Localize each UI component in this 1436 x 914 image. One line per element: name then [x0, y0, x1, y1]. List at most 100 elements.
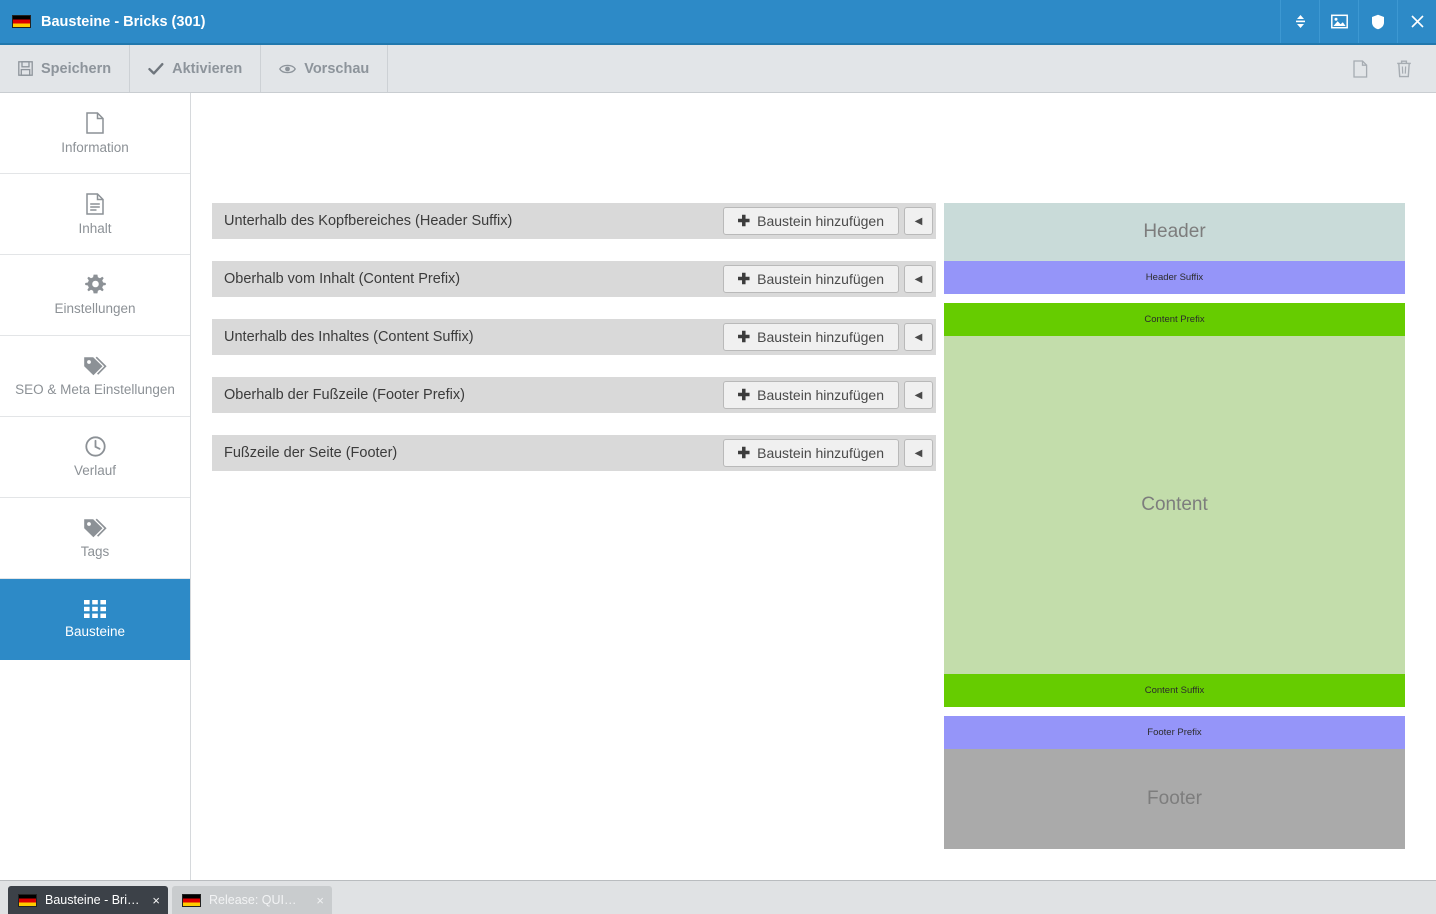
save-icon — [18, 61, 33, 76]
preview-gap — [944, 294, 1405, 303]
triangle-left-icon: ◀ — [915, 216, 923, 227]
sidebar-item-information[interactable]: Information — [0, 93, 190, 174]
shield-button[interactable] — [1358, 0, 1397, 43]
sidebar-item-inhalt[interactable]: Inhalt — [0, 174, 190, 255]
german-flag-icon — [18, 894, 37, 907]
close-icon[interactable]: × — [312, 894, 324, 907]
sidebar-item-bausteine[interactable]: Bausteine — [0, 579, 190, 660]
add-brick-label: Baustein hinzufügen — [757, 213, 884, 229]
preview-band-content[interactable]: Content — [944, 336, 1405, 674]
preview-band-header[interactable]: Header — [944, 203, 1405, 261]
sidebar-item-seo-meta-einstellungen[interactable]: SEO & Meta Einstellungen — [0, 336, 190, 417]
close-icon[interactable]: × — [148, 894, 160, 907]
taskbar: Bausteine - Bricks... × Release: QUIQQE.… — [0, 880, 1436, 914]
triangle-left-icon: ◀ — [915, 390, 923, 401]
sidebar-item-tags[interactable]: Tags — [0, 498, 190, 579]
trash-icon — [1396, 60, 1412, 78]
add-brick-label: Baustein hinzufügen — [757, 329, 884, 345]
plus-icon: ✚ — [738, 330, 751, 345]
plus-icon: ✚ — [738, 446, 751, 461]
preview-label: Vorschau — [304, 61, 369, 77]
preview-band-content-prefix[interactable]: Content Prefix — [944, 303, 1405, 336]
plus-icon: ✚ — [738, 272, 751, 287]
add-brick-label: Baustein hinzufügen — [757, 445, 884, 461]
window-title: Bausteine - Bricks (301) — [41, 14, 205, 30]
sidebar-item-einstellungen[interactable]: Einstellungen — [0, 255, 190, 336]
brick-zone-label: Unterhalb des Kopfbereiches (Header Suff… — [224, 213, 723, 229]
activate-label: Aktivieren — [172, 61, 242, 77]
preview-band-header-suffix[interactable]: Header Suffix — [944, 261, 1405, 294]
sidebar-item-label: Information — [57, 141, 133, 155]
resize-vertical-button[interactable] — [1280, 0, 1319, 43]
collapse-zone-button[interactable]: ◀ — [904, 381, 933, 409]
triangle-left-icon: ◀ — [915, 274, 923, 285]
german-flag-icon — [12, 15, 31, 28]
close-button[interactable] — [1397, 0, 1436, 43]
toolbar: Speichern Aktivieren Vorschau — [0, 45, 1436, 93]
add-brick-button[interactable]: ✚ Baustein hinzufügen — [723, 207, 899, 235]
grid-icon — [84, 600, 106, 618]
brick-zone-label: Fußzeile der Seite (Footer) — [224, 445, 723, 461]
activate-button[interactable]: Aktivieren — [130, 45, 261, 92]
sidebar-item-label: Bausteine — [61, 625, 129, 639]
clock-icon — [85, 436, 106, 457]
preview-band-footer-prefix[interactable]: Footer Prefix — [944, 716, 1405, 749]
title-bar: Bausteine - Bricks (301) — [0, 0, 1436, 45]
brick-zone-label: Oberhalb vom Inhalt (Content Prefix) — [224, 271, 723, 287]
main-content: Unterhalb des Kopfbereiches (Header Suff… — [191, 93, 1436, 880]
brick-zones-list: Unterhalb des Kopfbereiches (Header Suff… — [191, 203, 936, 493]
german-flag-icon — [182, 894, 201, 907]
sidebar-item-verlauf[interactable]: Verlauf — [0, 417, 190, 498]
triangle-left-icon: ◀ — [915, 448, 923, 459]
table-row: Unterhalb des Kopfbereiches (Header Suff… — [212, 203, 936, 239]
sidebar-item-label: SEO & Meta Einstellungen — [11, 383, 179, 397]
brick-zone-label: Unterhalb des Inhaltes (Content Suffix) — [224, 329, 723, 345]
page-copy-icon — [1353, 60, 1368, 78]
sidebar-item-label: Tags — [77, 545, 114, 559]
taskbar-item-label: Bausteine - Bricks... — [45, 893, 140, 907]
add-brick-button[interactable]: ✚ Baustein hinzufügen — [723, 381, 899, 409]
toolbar-left-group: Speichern Aktivieren Vorschau — [0, 45, 388, 92]
sidebar: Information Inhalt Einstellungen SEO & M… — [0, 93, 191, 880]
collapse-zone-button[interactable]: ◀ — [904, 207, 933, 235]
taskbar-item-label: Release: QUIQQE... — [209, 893, 304, 907]
copy-button[interactable] — [1339, 45, 1382, 92]
preview-band-footer[interactable]: Footer — [944, 749, 1405, 849]
save-button[interactable]: Speichern — [0, 45, 130, 92]
taskbar-item-bausteine[interactable]: Bausteine - Bricks... × — [8, 886, 168, 914]
preview-button[interactable]: Vorschau — [261, 45, 388, 92]
gear-icon — [85, 274, 106, 295]
table-row: Fußzeile der Seite (Footer) ✚ Baustein h… — [212, 435, 936, 471]
document-icon — [86, 112, 104, 134]
collapse-zone-button[interactable]: ◀ — [904, 439, 933, 467]
table-row: Oberhalb der Fußzeile (Footer Prefix) ✚ … — [212, 377, 936, 413]
taskbar-item-release[interactable]: Release: QUIQQE... × — [172, 886, 332, 914]
delete-button[interactable] — [1382, 45, 1426, 92]
preview-gap — [944, 707, 1405, 716]
sidebar-item-label: Inhalt — [74, 222, 115, 236]
add-brick-label: Baustein hinzufügen — [757, 271, 884, 287]
eye-icon — [279, 63, 296, 75]
collapse-zone-button[interactable]: ◀ — [904, 265, 933, 293]
add-brick-button[interactable]: ✚ Baustein hinzufügen — [723, 265, 899, 293]
image-button[interactable] — [1319, 0, 1358, 43]
collapse-zone-button[interactable]: ◀ — [904, 323, 933, 351]
add-brick-button[interactable]: ✚ Baustein hinzufügen — [723, 439, 899, 467]
tag-icon — [83, 518, 107, 538]
add-brick-label: Baustein hinzufügen — [757, 387, 884, 403]
sidebar-item-label: Einstellungen — [50, 302, 139, 316]
tags-icon — [83, 356, 107, 376]
plus-icon: ✚ — [738, 388, 751, 403]
table-row: Unterhalb des Inhaltes (Content Suffix) … — [212, 319, 936, 355]
title-bar-left: Bausteine - Bricks (301) — [0, 0, 1280, 43]
page-layout-preview: Header Header Suffix Content Prefix Cont… — [944, 203, 1405, 849]
toolbar-right-group — [1339, 45, 1436, 92]
add-brick-button[interactable]: ✚ Baustein hinzufügen — [723, 323, 899, 351]
application-window: Bausteine - Bricks (301) Speichern — [0, 0, 1436, 914]
brick-zone-label: Oberhalb der Fußzeile (Footer Prefix) — [224, 387, 723, 403]
triangle-left-icon: ◀ — [915, 332, 923, 343]
plus-icon: ✚ — [738, 214, 751, 229]
check-icon — [148, 62, 164, 76]
preview-band-content-suffix[interactable]: Content Suffix — [944, 674, 1405, 707]
save-label: Speichern — [41, 61, 111, 77]
